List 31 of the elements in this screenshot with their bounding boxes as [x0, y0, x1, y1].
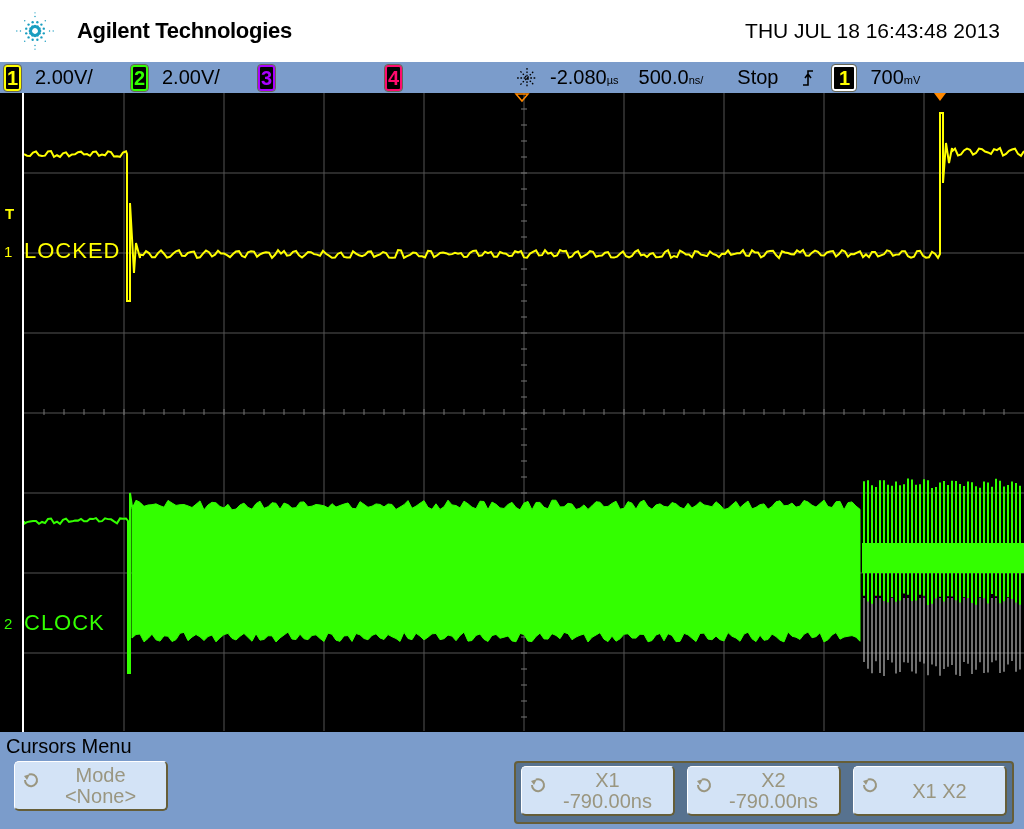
delay-marker-icon — [514, 93, 530, 103]
channel-scale: 2.00V/ — [162, 66, 221, 89]
date-time: THU JUL 18 16:43:48 2013 — [745, 19, 1000, 43]
softkey[interactable]: X1 -790.00ns — [521, 766, 675, 816]
softkey[interactable]: X2 -790.00ns — [687, 766, 841, 816]
channel-badge[interactable]: 4 — [385, 64, 402, 91]
trigger-level: 700mV — [870, 66, 921, 89]
starburst-logo-icon — [15, 11, 55, 51]
rotate-knob-icon — [21, 770, 41, 790]
rotate-knob-icon — [694, 775, 714, 795]
rising-edge-icon — [802, 68, 815, 87]
timebase-value: 500.0ns/ — [638, 66, 704, 89]
trace-label: LOCKED — [24, 238, 121, 264]
trigger-source-badge[interactable]: 1 — [832, 64, 857, 91]
menu-title: Cursors Menu — [6, 735, 133, 758]
brand-name: Agilent Technologies — [77, 18, 292, 44]
acquisition-icon — [516, 66, 538, 89]
trace-label: CLOCK — [24, 610, 105, 636]
rotate-knob-icon — [860, 775, 880, 795]
delay-value: -2.080µs — [550, 66, 619, 89]
channel-ground-marker: 1 — [4, 242, 14, 260]
run-state: Stop — [737, 66, 779, 89]
channel-ground-marker: 2 — [4, 614, 14, 632]
softkey[interactable]: Mode <None> — [14, 761, 168, 811]
channel-scale: 2.00V/ — [35, 66, 94, 89]
channel-badge[interactable]: 2 — [131, 64, 148, 91]
trigger-level-marker: T — [5, 205, 15, 222]
rotate-knob-icon — [528, 775, 548, 795]
channel-badge[interactable]: 3 — [258, 64, 275, 91]
softkey[interactable]: X1 X2 — [853, 766, 1007, 816]
channel-badge[interactable]: 1 — [4, 64, 21, 91]
